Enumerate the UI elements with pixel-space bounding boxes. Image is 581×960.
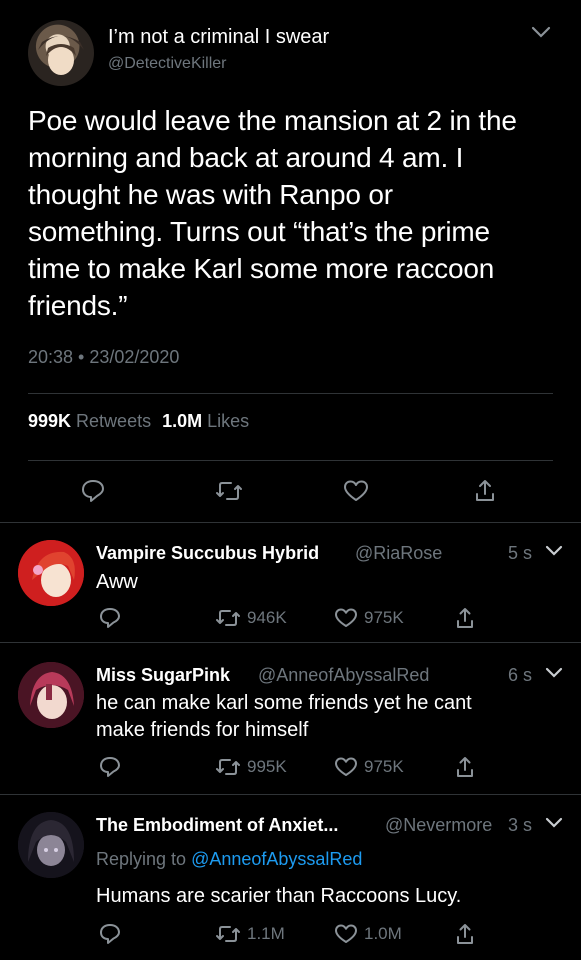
chevron-down-icon[interactable]	[530, 24, 552, 40]
retweet-count: 1.1M	[247, 924, 285, 943]
divider	[28, 460, 553, 461]
reply-button[interactable]	[80, 478, 106, 504]
retweet-icon	[216, 610, 240, 626]
reply-text-line: Aww	[96, 571, 138, 593]
author-display-name[interactable]: I’m not a criminal I swear	[108, 26, 329, 49]
share-icon	[476, 480, 494, 501]
section-divider	[0, 642, 581, 643]
reply-icon	[82, 480, 104, 502]
tweet-text-line: thought he was with Ranpo or	[28, 179, 393, 210]
section-divider	[0, 522, 581, 523]
avatar-art	[18, 540, 84, 606]
tweet-text-line: friends.”	[28, 290, 128, 321]
like-count: 975K	[364, 757, 404, 776]
reply-time: 6 s	[508, 665, 533, 685]
like-button[interactable]: 1.0M	[334, 923, 402, 945]
retweet-button[interactable]	[215, 479, 243, 503]
reply-text: Humans are scarier than Raccoons Lucy.	[96, 883, 461, 910]
reply-time: 5 s	[508, 543, 533, 563]
avatar-art	[18, 812, 84, 878]
reply-text-line: he can make karl some friends yet he can…	[96, 692, 472, 714]
reply-text-line: make friends for himself	[96, 719, 309, 741]
like-button[interactable]: 975K	[334, 756, 404, 778]
replying-to: Replying to @AnneofAbyssalRed	[96, 849, 362, 870]
share-icon	[457, 757, 473, 777]
reply-handle[interactable]: @RiaRose	[355, 543, 442, 564]
retweet-count: 946K	[247, 608, 287, 627]
reply-time: 3 s	[508, 815, 533, 835]
share-icon	[457, 608, 473, 628]
reply-button[interactable]	[98, 922, 122, 946]
avatar-art	[38, 36, 84, 75]
reply-text: he can make karl some friends yet he can…	[96, 690, 472, 744]
chevron-down-icon[interactable]	[545, 666, 563, 680]
divider	[28, 393, 553, 394]
reply-avatar[interactable]	[18, 812, 84, 878]
like-icon	[335, 757, 357, 776]
retweet-count: 995K	[247, 757, 287, 776]
reply-icon	[100, 924, 120, 944]
engagement-stats: 999K Retweets 1.0M Likes	[28, 411, 249, 432]
likes-count[interactable]: 1.0M	[162, 411, 202, 431]
like-icon	[344, 480, 368, 501]
reply-handle[interactable]: @AnneofAbyssalRed	[258, 665, 429, 686]
reply-avatar[interactable]	[18, 662, 84, 728]
section-divider	[0, 794, 581, 795]
tweet-text: Poe would leave the mansion at 2 in the …	[28, 102, 568, 324]
share-button[interactable]	[455, 922, 475, 946]
replying-to-handle[interactable]: @AnneofAbyssalRed	[191, 849, 362, 869]
reply-text: Aww	[96, 569, 138, 596]
tweet-text-line: time to make Karl some more raccoon	[28, 253, 495, 284]
reply-text-line: Humans are scarier than Raccoons Lucy.	[96, 885, 462, 907]
reply-icon	[100, 608, 120, 628]
replying-to-label: Replying to	[96, 849, 187, 869]
share-icon	[457, 924, 473, 944]
reply-button[interactable]	[98, 755, 122, 779]
reply-button[interactable]	[98, 606, 122, 630]
author-avatar[interactable]	[28, 20, 94, 86]
like-icon	[335, 924, 357, 943]
retweet-icon	[216, 926, 240, 942]
reply-avatar[interactable]	[18, 540, 84, 606]
tweet-text-line: something. Turns out “that’s the prime	[28, 216, 490, 247]
retweet-button[interactable]: 946K	[215, 607, 287, 629]
likes-label[interactable]: Likes	[207, 411, 249, 431]
chevron-down-icon[interactable]	[545, 544, 563, 558]
reply-display-name[interactable]: Vampire Succubus Hybrid	[96, 543, 319, 564]
retweet-icon	[216, 759, 240, 775]
like-icon	[335, 608, 357, 627]
share-button[interactable]	[455, 606, 475, 630]
reply-display-name[interactable]: Miss SugarPink	[96, 665, 230, 686]
share-button[interactable]	[455, 755, 475, 779]
retweet-button[interactable]: 1.1M	[215, 923, 285, 945]
reply-icon	[100, 757, 120, 777]
share-button[interactable]	[474, 478, 496, 504]
like-count: 1.0M	[364, 924, 402, 943]
retweet-icon	[216, 482, 242, 500]
retweets-label[interactable]: Retweets	[76, 411, 151, 431]
author-handle[interactable]: @DetectiveKiller	[108, 55, 227, 73]
reply-display-name[interactable]: The Embodiment of Anxiet...	[96, 815, 338, 836]
tweet-text-line: Poe would leave the mansion at 2 in the	[28, 105, 517, 136]
reply-handle[interactable]: @Nevermore	[385, 815, 492, 836]
avatar-art	[18, 662, 84, 728]
like-button[interactable]: 975K	[334, 607, 404, 629]
chevron-down-icon[interactable]	[545, 816, 563, 830]
like-button[interactable]	[343, 479, 369, 503]
tweet-text-line: morning and back at around 4 am. I	[28, 142, 464, 173]
like-count: 975K	[364, 608, 404, 627]
retweets-count[interactable]: 999K	[28, 411, 71, 431]
tweet-timestamp[interactable]: 20:38 • 23/02/2020	[28, 347, 179, 368]
retweet-button[interactable]: 995K	[215, 756, 287, 778]
